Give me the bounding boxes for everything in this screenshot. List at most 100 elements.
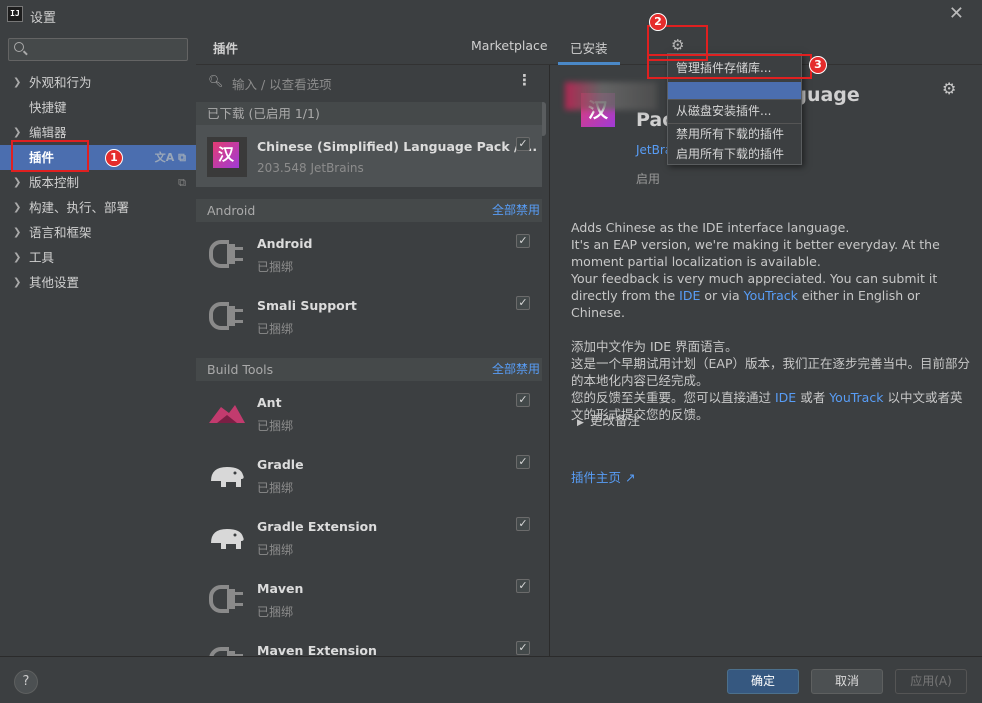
plug-icon <box>209 240 243 268</box>
plugin-meta: 203.548 JetBrains <box>257 161 364 175</box>
sidebar-item-tools[interactable]: ❯ 工具 <box>0 245 196 270</box>
sidebar-item-label: 其他设置 <box>29 275 80 290</box>
annotation-badge-2: 2 <box>649 13 667 31</box>
sidebar-item-label: 语言和框架 <box>29 225 92 240</box>
more-options-icon[interactable]: ⋮ <box>517 71 532 89</box>
sidebar-item-label: 快捷键 <box>29 100 67 115</box>
ant-icon <box>209 405 245 423</box>
plugin-enabled-checkbox[interactable]: ✓ <box>516 234 530 248</box>
plugin-meta: 已捆绑 <box>257 419 294 433</box>
plugin-enabled-checkbox[interactable]: ✓ <box>516 641 530 655</box>
plugin-list: 🔍︎ 输入 / 以查看选项 ⋮ 已下载 (已启用 1/1) 汉 Chinese … <box>196 65 550 656</box>
plugin-enabled-checkbox[interactable]: ✓ <box>516 393 530 407</box>
sidebar-item-vcs[interactable]: ❯ 版本控制 ⧉ <box>0 170 196 195</box>
translate-icon: 文A ⧉ <box>154 151 186 164</box>
intellij-logo-icon: IJ <box>7 6 23 22</box>
plugin-row[interactable]: Maven Extension ✓ <box>196 629 542 656</box>
plugin-description: Adds Chinese as the IDE interface langua… <box>571 220 970 422</box>
plug-icon <box>209 585 243 613</box>
annotation-box-3 <box>647 54 812 79</box>
settings-sidebar: ❯ 外观和行为 快捷键 ❯ 编辑器 插件 文A ⧉ ❯ 版本控制 ⧉ ❯ 构建、… <box>0 30 196 656</box>
chevron-right-icon: ❯ <box>13 202 22 213</box>
plugin-name: Maven Extension <box>257 643 377 656</box>
group-title: Android <box>207 203 256 218</box>
plugin-homepage-link[interactable]: 插件主页 ↗ <box>571 467 635 486</box>
youtrack-link-zh[interactable]: YouTrack <box>829 390 883 405</box>
sidebar-item-label: 版本控制 <box>29 175 80 190</box>
close-icon[interactable]: ✕ <box>949 3 964 24</box>
plugin-search-input[interactable]: 输入 / 以查看选项 <box>232 74 332 93</box>
cancel-button[interactable]: 取消 <box>811 669 883 694</box>
plugin-meta: 已捆绑 <box>257 322 294 336</box>
sidebar-item-other[interactable]: ❯ 其他设置 <box>0 270 196 295</box>
elephant-icon <box>211 467 244 487</box>
help-button[interactable]: ? <box>14 670 38 694</box>
annotation-badge-1: 1 <box>105 149 123 167</box>
plugin-enabled-checkbox[interactable]: ✓ <box>516 517 530 531</box>
sidebar-item-label: 外观和行为 <box>29 75 92 90</box>
plugin-row[interactable]: Ant 已捆绑 ✓ <box>196 381 542 443</box>
change-notes-toggle[interactable]: ▶ 更改备注 <box>577 410 640 429</box>
ide-link-zh[interactable]: IDE <box>775 390 796 405</box>
plugin-enabled-checkbox[interactable]: ✓ <box>516 137 530 151</box>
tab-marketplace[interactable]: Marketplace <box>471 38 548 53</box>
ok-button[interactable]: 确定 <box>727 669 799 694</box>
apply-button[interactable]: 应用(A) <box>895 669 967 694</box>
plugin-meta: 已捆绑 <box>257 260 294 274</box>
sidebar-item-appearance[interactable]: ❯ 外观和行为 <box>0 70 196 95</box>
annotation-box-1 <box>11 140 89 172</box>
group-title: 已下载 (已启用 1/1) <box>207 106 320 121</box>
plugin-row[interactable]: Maven 已捆绑 ✓ <box>196 567 542 629</box>
plugin-row[interactable]: 汉 Chinese (Simplified) Language Pack / .… <box>196 125 542 187</box>
tab-installed[interactable]: 已安装 <box>558 38 619 65</box>
chevron-right-icon: ❯ <box>13 252 22 263</box>
plug-icon <box>209 647 243 656</box>
sidebar-item-build[interactable]: ❯ 构建、执行、部署 <box>0 195 196 220</box>
menu-item-disable-downloaded[interactable]: 禁用所有下载的插件 <box>668 124 801 144</box>
disable-all-link[interactable]: 全部禁用 <box>492 199 540 222</box>
menu-item-enable-downloaded[interactable]: 启用所有下载的插件 <box>668 144 801 164</box>
chevron-right-icon: ❯ <box>13 77 22 88</box>
plugin-row[interactable]: Gradle 已捆绑 ✓ <box>196 443 542 505</box>
sidebar-item-label: 工具 <box>29 250 55 265</box>
plugin-enabled-checkbox[interactable]: ✓ <box>516 296 530 310</box>
plugin-row[interactable]: Gradle Extension 已捆绑 ✓ <box>196 505 542 567</box>
settings-nav: ❯ 外观和行为 快捷键 ❯ 编辑器 插件 文A ⧉ ❯ 版本控制 ⧉ ❯ 构建、… <box>0 70 196 295</box>
gear-icon[interactable]: ⚙ <box>942 79 956 98</box>
plugin-meta: 已捆绑 <box>257 605 294 619</box>
title-bar: IJ 设置 ✕ <box>0 0 982 30</box>
search-icon <box>14 42 24 52</box>
ide-link[interactable]: IDE <box>679 288 700 303</box>
menu-item-install-from-disk[interactable]: 从磁盘安装插件... <box>668 101 801 121</box>
window-title: 设置 <box>30 11 57 26</box>
group-header: Build Tools 全部禁用 <box>196 358 542 381</box>
plugins-header: 插件 Marketplace 已安装 ⚙ <box>196 30 982 65</box>
plugin-name: Android <box>257 236 313 251</box>
plugin-name: Smali Support <box>257 298 357 313</box>
sidebar-item-languages[interactable]: ❯ 语言和框架 <box>0 220 196 245</box>
youtrack-link[interactable]: YouTrack <box>744 288 798 303</box>
menu-divider <box>668 99 801 100</box>
plugin-row[interactable]: Smali Support 已捆绑 ✓ <box>196 284 542 346</box>
plugin-name: Chinese (Simplified) Language Pack / ... <box>257 139 538 154</box>
plugin-name: Ant <box>257 395 282 410</box>
language-pack-icon: 汉 <box>207 137 247 177</box>
triangle-right-icon: ▶ <box>577 418 584 428</box>
group-title: Build Tools <box>207 362 274 377</box>
elephant-icon <box>211 529 244 549</box>
plugin-enabled-checkbox[interactable]: ✓ <box>516 579 530 593</box>
group-header: Android 全部禁用 <box>196 199 542 222</box>
sidebar-item-keymap[interactable]: 快捷键 <box>0 95 196 120</box>
plugin-row[interactable]: Android 已捆绑 ✓ <box>196 222 542 284</box>
plugin-search-bar[interactable]: 🔍︎ 输入 / 以查看选项 ⋮ <box>196 65 549 99</box>
menu-highlight <box>668 82 801 99</box>
disable-all-link[interactable]: 全部禁用 <box>492 358 540 381</box>
page-title: 插件 <box>213 41 239 56</box>
plugin-enabled-checkbox[interactable]: ✓ <box>516 455 530 469</box>
plugin-meta: 已捆绑 <box>257 481 294 495</box>
plugin-name: Gradle Extension <box>257 519 378 534</box>
group-header: 已下载 (已启用 1/1) <box>196 102 542 125</box>
annotation-badge-3: 3 <box>809 56 827 74</box>
plugin-meta: 已捆绑 <box>257 543 294 557</box>
settings-search-input[interactable] <box>8 38 188 61</box>
